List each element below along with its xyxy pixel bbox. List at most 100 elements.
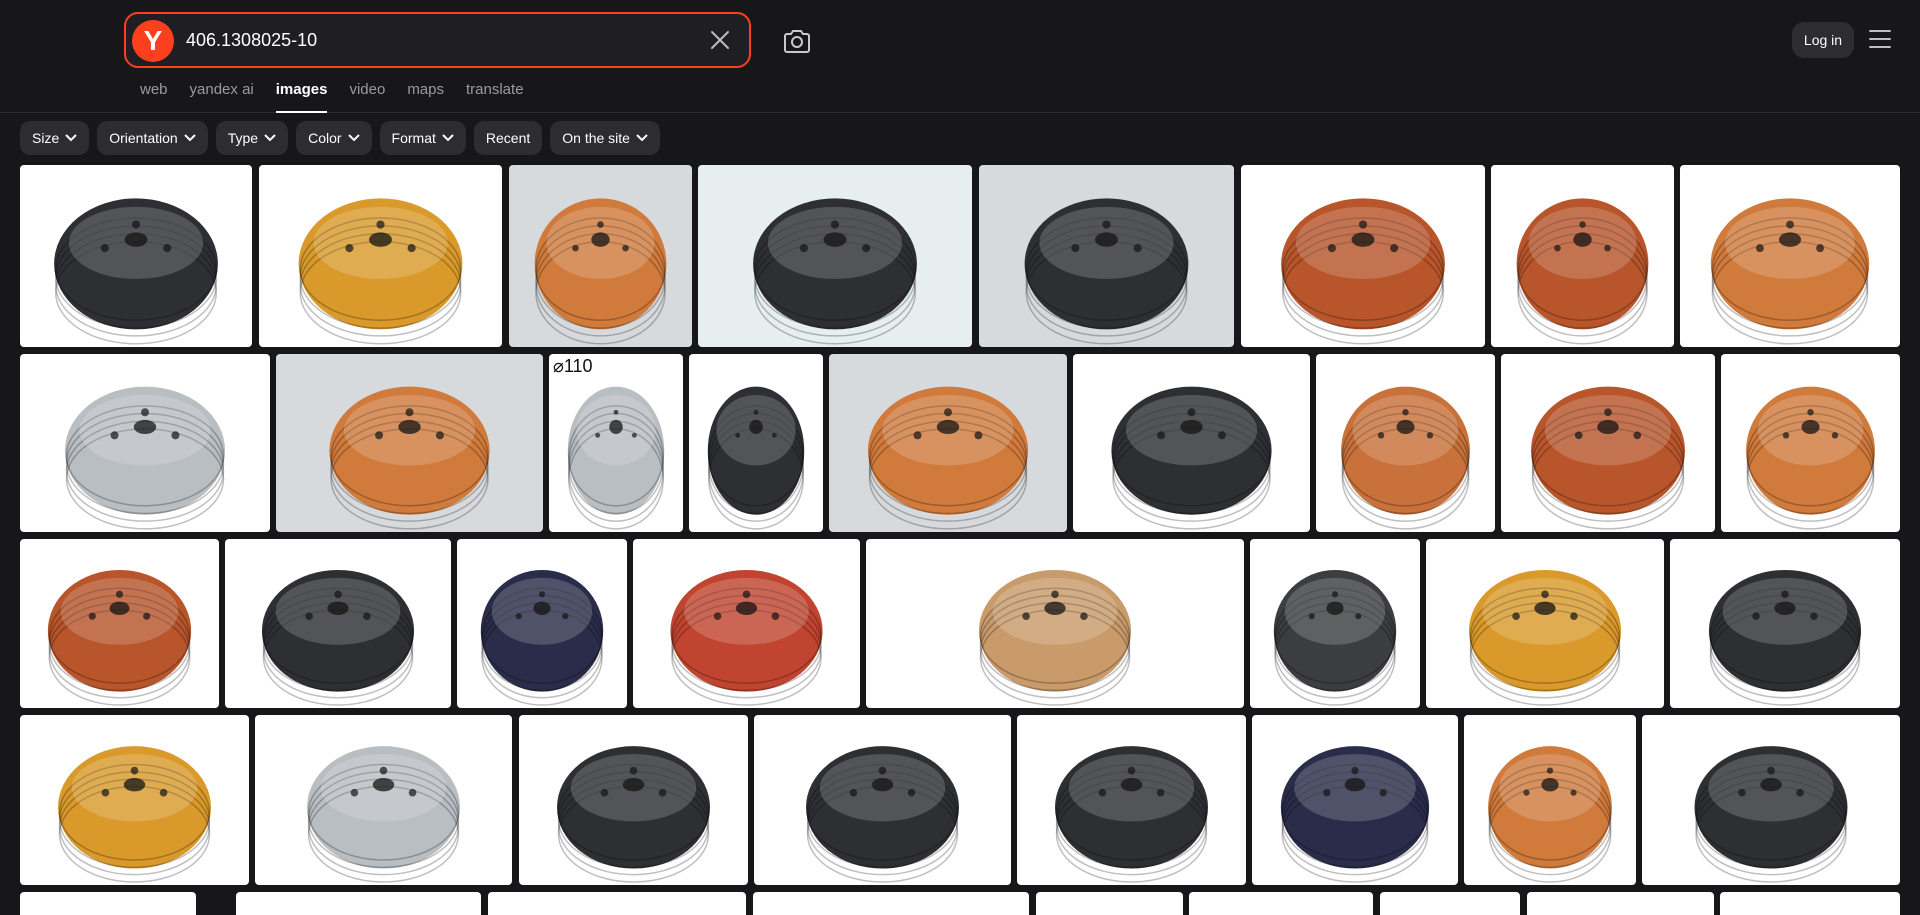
image-result-tile[interactable] xyxy=(753,892,1029,915)
chevron-down-icon xyxy=(184,134,196,142)
pulley-image xyxy=(1468,569,1622,706)
chevron-down-icon xyxy=(636,134,648,142)
image-result-tile[interactable] xyxy=(457,539,627,708)
pulley-image xyxy=(1341,386,1470,530)
image-result-tile[interactable] xyxy=(1720,892,1900,915)
image-result-tile[interactable] xyxy=(276,354,543,532)
image-result-tile[interactable] xyxy=(1316,354,1495,532)
image-result-tile[interactable] xyxy=(1501,354,1715,532)
image-result-tile[interactable] xyxy=(829,354,1067,532)
image-result-tile[interactable] xyxy=(20,715,249,885)
tab-video[interactable]: video xyxy=(349,81,385,113)
image-result-tile[interactable] xyxy=(866,539,1244,708)
image-result-tile[interactable] xyxy=(689,354,823,532)
pulley-image xyxy=(1024,198,1189,345)
image-result-tile[interactable] xyxy=(509,165,692,347)
image-result-tile[interactable] xyxy=(633,539,860,708)
filter-recent[interactable]: Recent xyxy=(473,121,543,155)
search-tabs: web yandex ai images video maps translat… xyxy=(140,81,546,113)
image-result-tile[interactable] xyxy=(236,892,481,915)
image-result-tile[interactable]: ⌀110 xyxy=(549,354,683,532)
image-result-tile[interactable] xyxy=(1426,539,1664,708)
chevron-down-icon xyxy=(442,134,454,142)
search-input[interactable] xyxy=(186,14,666,66)
pulley-image xyxy=(1516,198,1649,345)
search-bar[interactable]: Y xyxy=(124,12,751,68)
pulley-image xyxy=(1111,386,1272,530)
image-result-tile[interactable] xyxy=(1464,715,1636,885)
pulley-image xyxy=(557,746,710,883)
image-result-tile[interactable] xyxy=(20,539,219,708)
hamburger-menu-icon[interactable] xyxy=(1869,30,1891,48)
filter-size[interactable]: Size xyxy=(20,121,90,155)
image-result-tile[interactable] xyxy=(488,892,746,915)
image-result-tile[interactable] xyxy=(20,892,196,915)
image-result-tile[interactable] xyxy=(1670,539,1900,708)
image-result-tile[interactable] xyxy=(1241,165,1485,347)
image-result-tile[interactable] xyxy=(1680,165,1900,347)
image-result-tile[interactable] xyxy=(20,165,252,347)
filter-orientation[interactable]: Orientation xyxy=(97,121,208,155)
pulley-image xyxy=(1488,746,1612,883)
pulley-image xyxy=(298,198,463,345)
pulley-image xyxy=(567,386,665,530)
chevron-down-icon xyxy=(347,134,360,142)
image-result-tile[interactable] xyxy=(1189,892,1373,915)
pulley-image xyxy=(1530,386,1686,530)
pulley-image xyxy=(1273,569,1397,706)
image-result-tile[interactable] xyxy=(1073,354,1310,532)
chevron-down-icon xyxy=(264,134,276,142)
filter-format[interactable]: Format xyxy=(379,121,466,155)
image-result-tile[interactable] xyxy=(20,354,270,532)
tab-web[interactable]: web xyxy=(140,81,168,113)
pulley-image xyxy=(329,386,490,530)
tab-translate[interactable]: translate xyxy=(466,81,524,113)
login-button[interactable]: Log in xyxy=(1792,22,1854,58)
tab-images[interactable]: images xyxy=(275,81,327,113)
close-icon[interactable] xyxy=(708,28,732,52)
image-result-tile[interactable] xyxy=(519,715,748,885)
pulley-image xyxy=(534,198,667,345)
camera-icon[interactable] xyxy=(783,28,811,54)
pulley-image xyxy=(978,569,1132,706)
pulley-image xyxy=(47,569,192,706)
image-result-tile[interactable] xyxy=(754,715,1011,885)
image-result-tile[interactable] xyxy=(1642,715,1900,885)
yandex-logo[interactable]: Y xyxy=(132,20,174,62)
pulley-image xyxy=(1746,386,1875,530)
image-result-tile[interactable] xyxy=(259,165,502,347)
filter-on-the-site[interactable]: On the site xyxy=(550,121,660,155)
pulley-image xyxy=(867,386,1029,530)
pulley-image xyxy=(1281,198,1445,345)
top-header: Y web yandex ai images video maps transl… xyxy=(0,0,1920,113)
pulley-image xyxy=(707,386,805,530)
image-result-tile[interactable] xyxy=(225,539,451,708)
filter-color[interactable]: Color xyxy=(296,121,372,155)
pulley-image xyxy=(1055,746,1208,883)
pulley-image xyxy=(1710,198,1870,345)
tab-maps[interactable]: maps xyxy=(407,81,444,113)
image-result-tile[interactable] xyxy=(1491,165,1674,347)
pulley-image xyxy=(480,569,604,706)
pulley-image xyxy=(1280,746,1430,883)
pulley-image xyxy=(64,386,226,530)
filter-bar: Size Orientation Type Color Format Recen… xyxy=(20,121,660,155)
image-result-tile[interactable] xyxy=(1527,892,1714,915)
image-result-tile[interactable] xyxy=(255,715,512,885)
image-result-tile[interactable] xyxy=(979,165,1234,347)
pulley-image xyxy=(670,569,823,706)
pulley-image xyxy=(307,746,460,883)
tab-yandex-ai[interactable]: yandex ai xyxy=(190,81,254,113)
filter-type[interactable]: Type xyxy=(215,121,289,155)
image-result-tile[interactable] xyxy=(1721,354,1900,532)
image-result-tile[interactable] xyxy=(698,165,972,347)
image-result-tile[interactable] xyxy=(1017,715,1246,885)
pulley-image xyxy=(753,198,917,345)
pulley-image xyxy=(261,569,415,706)
image-result-tile[interactable] xyxy=(1380,892,1520,915)
image-result-tile[interactable] xyxy=(1036,892,1183,915)
pulley-image xyxy=(1708,569,1862,706)
image-result-tile[interactable] xyxy=(1252,715,1458,885)
image-result-tile[interactable] xyxy=(1250,539,1420,708)
pulley-image xyxy=(54,198,218,345)
